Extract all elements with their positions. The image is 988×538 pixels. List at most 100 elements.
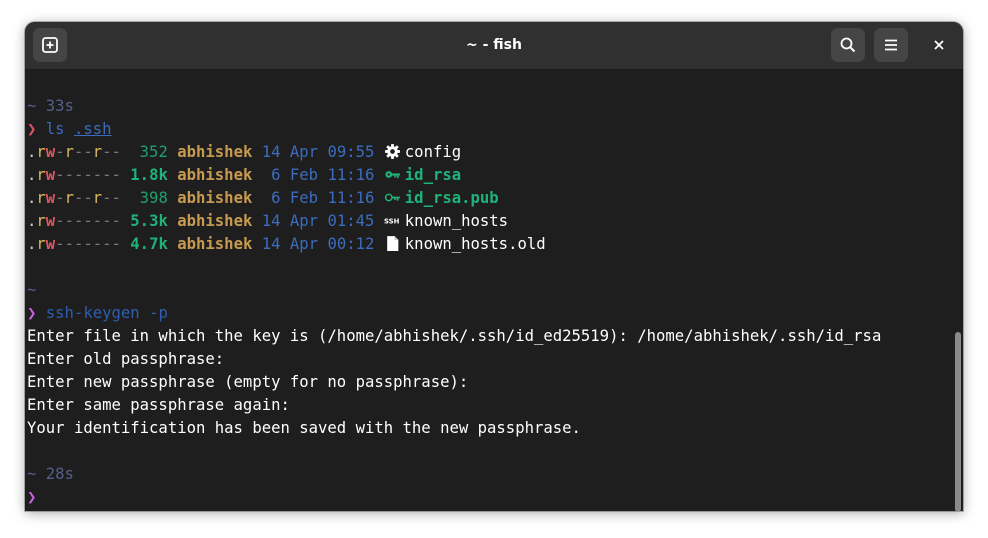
command-line: ❯ ls .ssh — [25, 118, 949, 141]
permission-bit: - — [102, 212, 112, 230]
file-owner: abhishek — [177, 212, 253, 230]
file-size: 4.7k — [130, 235, 168, 253]
close-button[interactable] — [925, 31, 953, 59]
file-row: .rw-r--r-- 352 abhishek 14 Apr 09:55 con… — [25, 141, 949, 164]
permission-bit: - — [92, 166, 103, 184]
permission-bit: r — [64, 189, 74, 207]
command-name: ls — [45, 120, 65, 138]
file-name: config — [404, 143, 462, 161]
command-name: ssh-keygen — [45, 304, 140, 322]
file-row: .rw------- 4.7k abhishek 14 Apr 00:12 kn… — [25, 233, 949, 256]
file-date: 14 Apr 01:45 — [261, 212, 375, 230]
permission-bit: - — [73, 166, 84, 184]
prompt-line: ~ 33s — [27, 97, 74, 115]
permission-bit: - — [83, 166, 93, 184]
permission-bit: - — [111, 143, 121, 161]
permission-bit: r — [36, 166, 46, 184]
permission-bit: - — [55, 143, 65, 161]
permission-bit: - — [55, 189, 65, 207]
file-row: .rw-r--r-- 398 abhishek 6 Feb 11:16 id_r… — [25, 187, 949, 210]
file-row: .rw------- 5.3k abhishek 14 Apr 01:45 SS… — [25, 210, 949, 233]
search-icon — [840, 37, 856, 53]
file-size: 398 — [139, 189, 168, 207]
permission-bit: - — [55, 235, 65, 253]
output-line: Enter old passphrase: — [27, 350, 225, 368]
file-type: . — [27, 143, 37, 161]
menu-button[interactable] — [874, 28, 908, 62]
permission-bit: - — [73, 143, 84, 161]
command-duration: 28s — [45, 465, 74, 483]
permission-bit: r — [64, 143, 74, 161]
permission-bit: - — [55, 212, 65, 230]
file-owner: abhishek — [177, 143, 253, 161]
scrollbar-thumb[interactable] — [955, 332, 961, 511]
ssh-icon: SSH — [384, 212, 401, 229]
permission-bit: - — [111, 235, 121, 253]
command-arg: -p — [149, 304, 168, 322]
permission-bit: r — [36, 235, 46, 253]
key-outline-icon — [384, 189, 401, 206]
permission-bit: - — [102, 143, 112, 161]
prompt-chevron: ❯ — [27, 304, 37, 322]
file-icon — [384, 235, 401, 252]
prompt-line: ~ — [27, 281, 37, 299]
title-bar: ~ - fish — [25, 22, 963, 70]
permission-bit: - — [102, 189, 112, 207]
permission-bit: r — [36, 143, 46, 161]
file-type: . — [27, 166, 37, 184]
close-icon — [934, 40, 944, 50]
svg-text:SSH: SSH — [384, 218, 400, 226]
permission-bit: - — [111, 189, 121, 207]
permission-bit: - — [102, 235, 112, 253]
command-arg: .ssh — [73, 120, 112, 138]
permission-bit: w — [45, 212, 56, 230]
output-line: Your identification has been saved with … — [27, 419, 581, 437]
file-size: 5.3k — [130, 212, 168, 230]
file-type: . — [27, 235, 37, 253]
file-list: .rw-r--r-- 352 abhishek 14 Apr 09:55 con… — [25, 141, 949, 256]
permission-bit: - — [102, 166, 112, 184]
hamburger-menu-icon — [885, 39, 897, 51]
file-date: 14 Apr 09:55 — [261, 143, 375, 161]
terminal-content[interactable]: ~ 33s ❯ ls .ssh .rw-r--r-- 352 abhishek … — [25, 70, 949, 511]
prompt-chevron: ❯ — [27, 488, 37, 506]
terminal-window: ~ - fish ~ 33s ❯ ls .ssh .rw-r--r-- 352 … — [25, 22, 963, 511]
file-size: 352 — [139, 143, 168, 161]
file-type: . — [27, 189, 37, 207]
permission-bit: - — [73, 235, 84, 253]
permission-bit: - — [92, 212, 103, 230]
key-icon — [384, 166, 401, 183]
permission-bit: - — [111, 166, 121, 184]
command-duration: 33s — [45, 97, 74, 115]
file-owner: abhishek — [177, 189, 253, 207]
search-button[interactable] — [831, 28, 865, 62]
permission-bit: - — [64, 235, 74, 253]
permission-bit: r — [92, 143, 103, 161]
window-title: ~ - fish — [466, 37, 522, 53]
file-date: 14 Apr 00:12 — [261, 235, 375, 253]
permission-bit: - — [64, 212, 74, 230]
new-tab-icon — [42, 37, 58, 53]
file-owner: abhishek — [177, 166, 253, 184]
permission-bit: r — [92, 189, 103, 207]
permission-bit: - — [83, 189, 93, 207]
permission-bit: - — [83, 235, 93, 253]
file-row: .rw------- 1.8k abhishek 6 Feb 11:16 id_… — [25, 164, 949, 187]
permission-bit: r — [36, 189, 46, 207]
permission-bit: w — [45, 143, 56, 161]
file-name: id_rsa — [404, 166, 462, 184]
output-line: Enter file in which the key is (/home/ab… — [27, 327, 882, 345]
permission-bit: w — [45, 189, 56, 207]
file-name: known_hosts.old — [404, 235, 546, 253]
prompt-chevron: ❯ — [27, 120, 37, 138]
permission-bit: - — [83, 143, 93, 161]
new-tab-button[interactable] — [33, 28, 67, 62]
permission-bit: - — [64, 166, 74, 184]
file-name: id_rsa.pub — [404, 189, 499, 207]
output-line: Enter new passphrase (empty for no passp… — [27, 373, 469, 391]
file-owner: abhishek — [177, 235, 253, 253]
file-type: . — [27, 212, 37, 230]
permission-bit: - — [111, 212, 121, 230]
permission-bit: r — [36, 212, 46, 230]
